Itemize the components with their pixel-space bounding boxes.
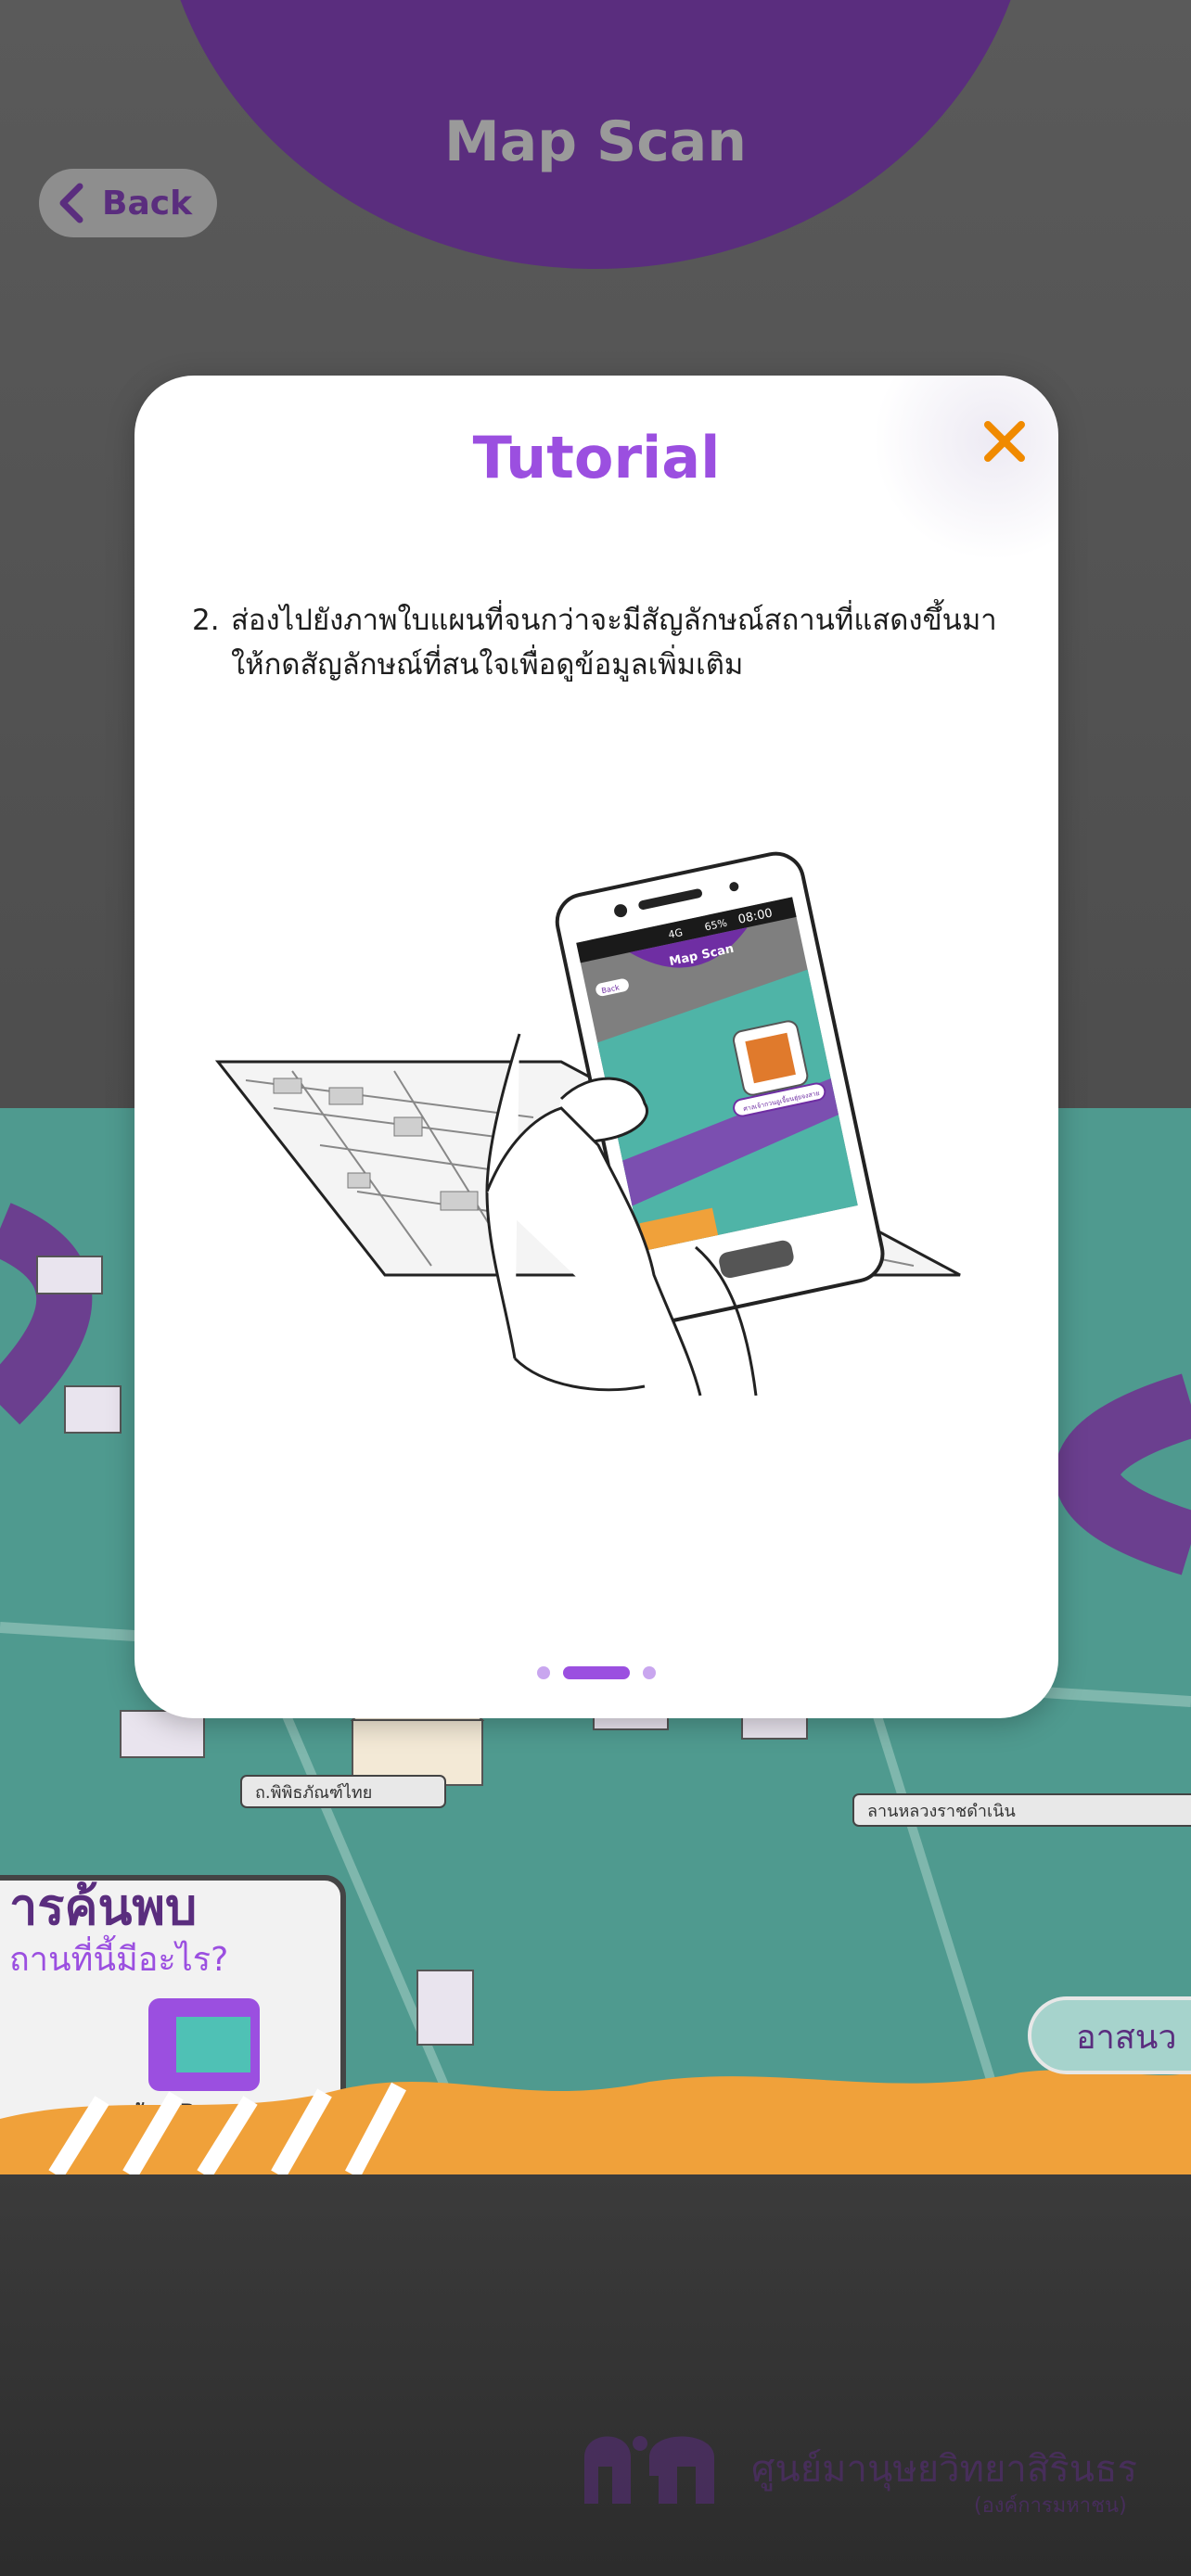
tutorial-instruction: 2. ส่องไปยังภาพใบแผนที่จนกว่าจะมีสัญลักษณ… xyxy=(192,598,1027,687)
page-dot-2-active[interactable] xyxy=(563,1666,630,1679)
instruction-line-1: ส่องไปยังภาพใบแผนที่จนกว่าจะมีสัญลักษณ์ส… xyxy=(231,604,997,637)
tutorial-modal: Tutorial 2. ส่องไปยังภาพใบแผนที่จนกว่าจะม… xyxy=(134,376,1058,1718)
back-button[interactable]: Back xyxy=(39,169,217,237)
map-place-label-1: ถ.พิพิธภัณฑ์ไทย xyxy=(255,1782,372,1803)
tutorial-illustration: 08:00 65% 4G Map Scan Back ศาลเจ้ากวนอูเ… xyxy=(214,851,961,1396)
page-dot-3[interactable] xyxy=(643,1666,656,1679)
page-title: Map Scan xyxy=(443,109,747,174)
map-banner-text-1: ารค้นพบ xyxy=(9,1878,197,1936)
close-button[interactable] xyxy=(974,411,1035,472)
logo-mark-icon xyxy=(584,2436,714,2504)
tutorial-title: Tutorial xyxy=(472,424,721,491)
map-banner-text-2: ถานที่นี้มีอะไร? xyxy=(9,1934,228,1979)
sirindhorn-logo: ศูนย์มานุษยวิทยาสิรินธร (องค์การมหาชน) xyxy=(575,2420,1169,2522)
chevron-left-icon xyxy=(58,183,95,223)
logo-subtext: (องค์การมหาชน) xyxy=(974,2494,1127,2518)
map-button-text: อาสนว xyxy=(1076,2019,1177,2057)
instruction-line-2: ให้กดสัญลักษณ์ที่สนใจเพื่อดูข้อมูลเพิ่มเ… xyxy=(231,648,744,682)
step-number: 2. xyxy=(192,604,220,637)
page-dot-1[interactable] xyxy=(537,1666,550,1679)
map-place-label-2: ลานหลวงราชดำเนิน xyxy=(867,1802,1016,1821)
page-indicator xyxy=(134,1666,1058,1679)
back-label: Back xyxy=(102,184,193,223)
close-x-icon xyxy=(984,421,1025,462)
